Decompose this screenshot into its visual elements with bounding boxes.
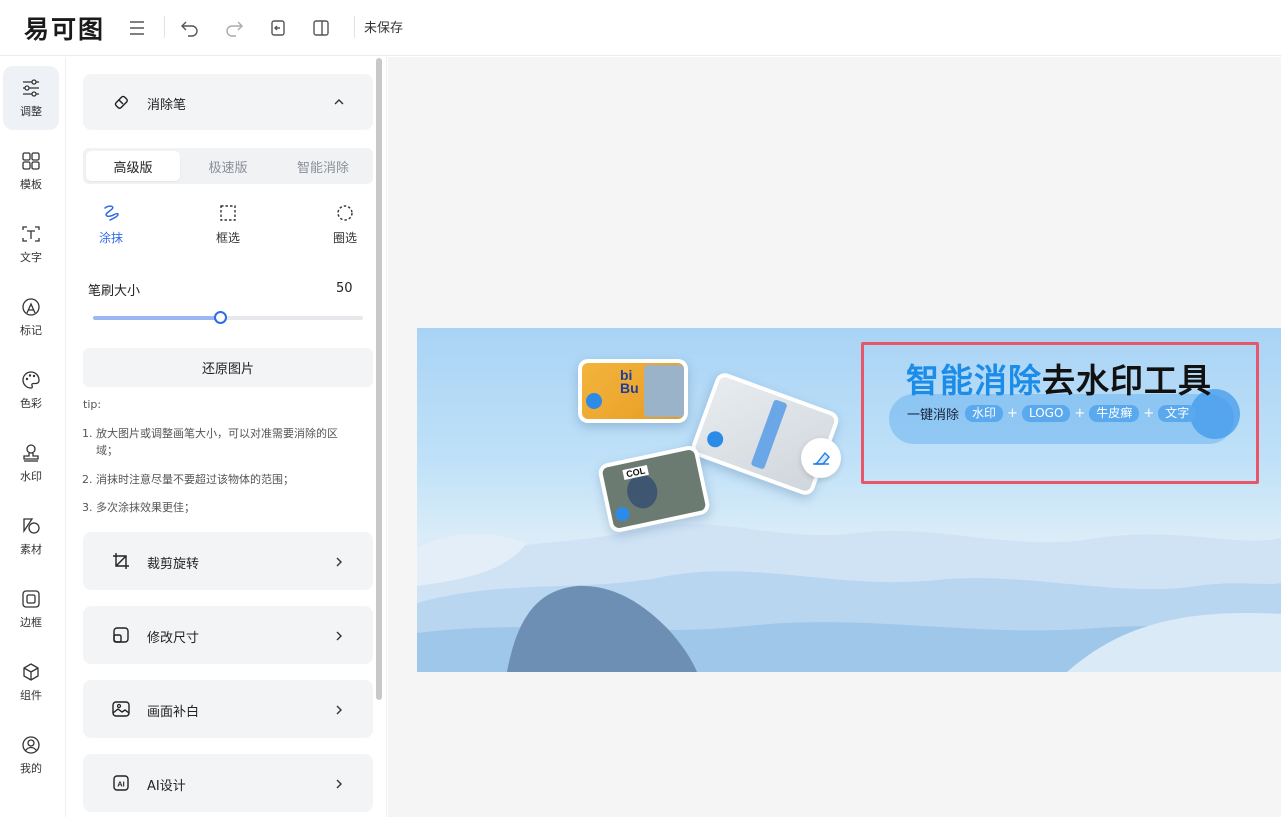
material-shapes-icon bbox=[23, 518, 40, 534]
tip-item: 2. 消抹时注意尽量不要超过该物体的范围； bbox=[82, 471, 372, 488]
eraser-version-tabs: 高级版 极速版 智能消除 bbox=[83, 148, 373, 184]
redo-icon[interactable] bbox=[220, 14, 248, 42]
rail-item-border[interactable]: 边框 bbox=[3, 577, 59, 641]
eraser-icon bbox=[111, 92, 131, 112]
brush-size-value: 50 bbox=[336, 281, 353, 296]
component-cube-icon bbox=[23, 663, 39, 681]
image-fill-icon bbox=[111, 699, 131, 719]
chevron-up-icon bbox=[333, 96, 345, 108]
tip-line: 域； bbox=[96, 444, 118, 457]
compare-icon[interactable] bbox=[307, 14, 335, 42]
rail-item-component[interactable]: 组件 bbox=[3, 650, 59, 714]
section-label: AI设计 bbox=[147, 779, 186, 794]
menu-icon[interactable] bbox=[123, 14, 151, 42]
undo-icon[interactable] bbox=[176, 14, 204, 42]
lasso-select-icon bbox=[337, 205, 353, 221]
rail-label: 素材 bbox=[20, 543, 42, 556]
import-icon[interactable] bbox=[264, 14, 292, 42]
toolbar-divider bbox=[164, 16, 165, 38]
rail-label: 色彩 bbox=[20, 397, 42, 410]
tip-item: 1. 放大图片或调整画笔大小，可以对准需要消除的区 域； bbox=[82, 425, 372, 459]
ai-design-icon: AI bbox=[111, 773, 131, 793]
slider-fill bbox=[93, 316, 220, 320]
app-logo[interactable]: 易可图 bbox=[24, 10, 105, 46]
rail-label: 我的 bbox=[20, 762, 42, 775]
rail-item-text[interactable]: 文字 bbox=[3, 212, 59, 276]
tab-advanced[interactable]: 高级版 bbox=[86, 151, 180, 181]
mode-lasso-select[interactable]: 圈选 bbox=[320, 203, 370, 247]
rail-item-marker[interactable]: 标记 bbox=[3, 285, 59, 349]
mode-label: 圈选 bbox=[332, 231, 357, 245]
mode-rect-select[interactable]: 框选 bbox=[203, 203, 253, 247]
tip-line: 1. 放大图片或调整画笔大小，可以对准需要消除的区 bbox=[82, 427, 338, 440]
slider-thumb[interactable] bbox=[213, 311, 227, 324]
chevron-right-icon bbox=[333, 630, 345, 642]
rail-item-adjust[interactable]: 调整 bbox=[3, 66, 59, 130]
border-frame-icon bbox=[22, 590, 40, 608]
rail-item-mine[interactable]: 我的 bbox=[3, 723, 59, 787]
mode-label: 框选 bbox=[215, 231, 240, 245]
rail-item-material[interactable]: 素材 bbox=[3, 504, 59, 568]
section-crop-rotate[interactable]: 裁剪旋转 bbox=[83, 532, 373, 590]
eraser-section-header[interactable]: 消除笔 bbox=[83, 74, 373, 130]
product-card-bubble: bi Bu bbox=[578, 359, 688, 423]
section-resize[interactable]: 修改尺寸 bbox=[83, 606, 373, 664]
tab-smart-erase[interactable]: 智能消除 bbox=[276, 151, 370, 181]
section-label: 修改尺寸 bbox=[147, 631, 200, 646]
save-status: 未保存 bbox=[364, 21, 404, 36]
eraser-badge-icon bbox=[801, 438, 841, 478]
rail-item-watermark[interactable]: 水印 bbox=[3, 431, 59, 495]
rail-label: 边框 bbox=[20, 616, 42, 629]
rail-label: 组件 bbox=[20, 689, 42, 702]
resize-icon bbox=[111, 625, 131, 645]
palette-icon bbox=[22, 371, 40, 389]
toolbar-divider bbox=[354, 16, 355, 38]
rect-select-icon bbox=[220, 205, 236, 221]
svg-text:AI: AI bbox=[117, 780, 125, 789]
mode-label: 涂抹 bbox=[98, 231, 123, 245]
user-icon bbox=[22, 736, 40, 754]
adjust-sliders-icon bbox=[23, 79, 39, 97]
tip-item: 3. 多次涂抹效果更佳； bbox=[82, 499, 372, 516]
text-icon bbox=[22, 226, 40, 242]
template-grid-icon bbox=[22, 152, 40, 170]
rail-label: 调整 bbox=[20, 105, 42, 118]
top-bar: 易可图 未保存 bbox=[0, 0, 1281, 56]
rail-item-color[interactable]: 色彩 bbox=[3, 358, 59, 422]
rail-label: 模板 bbox=[20, 178, 42, 191]
tip-line: 3. 多次涂抹效果更佳； bbox=[82, 501, 195, 514]
rail-label: 水印 bbox=[20, 470, 42, 483]
section-image-fill[interactable]: 画面补白 bbox=[83, 680, 373, 738]
card-text: bi Bu bbox=[620, 367, 639, 396]
rail-label: 标记 bbox=[20, 324, 42, 337]
mode-smear[interactable]: 涂抹 bbox=[86, 203, 136, 247]
crop-rotate-icon bbox=[111, 551, 131, 571]
marker-icon bbox=[22, 298, 40, 316]
watermark-stamp-icon bbox=[23, 444, 39, 462]
selection-box[interactable] bbox=[861, 342, 1259, 484]
brush-size-slider[interactable] bbox=[93, 311, 363, 324]
chevron-right-icon bbox=[333, 556, 345, 568]
section-label: 裁剪旋转 bbox=[147, 557, 200, 572]
section-label: 画面补白 bbox=[147, 705, 200, 720]
tip-line: 2. 消抹时注意尽量不要超过该物体的范围； bbox=[82, 473, 294, 486]
restore-image-button[interactable]: 还原图片 bbox=[83, 348, 373, 387]
eraser-title: 消除笔 bbox=[147, 98, 187, 113]
tip-title: tip: bbox=[83, 398, 102, 411]
smear-brush-icon bbox=[104, 205, 119, 221]
tab-fast[interactable]: 极速版 bbox=[181, 151, 275, 181]
section-ai-design[interactable]: AI AI设计 bbox=[83, 754, 373, 812]
rail-item-template[interactable]: 模板 bbox=[3, 139, 59, 203]
brush-size-label: 笔刷大小 bbox=[88, 284, 141, 299]
chevron-right-icon bbox=[333, 704, 345, 716]
chevron-right-icon bbox=[333, 778, 345, 790]
rail-label: 文字 bbox=[20, 251, 42, 264]
panel-scrollbar[interactable] bbox=[376, 58, 382, 700]
